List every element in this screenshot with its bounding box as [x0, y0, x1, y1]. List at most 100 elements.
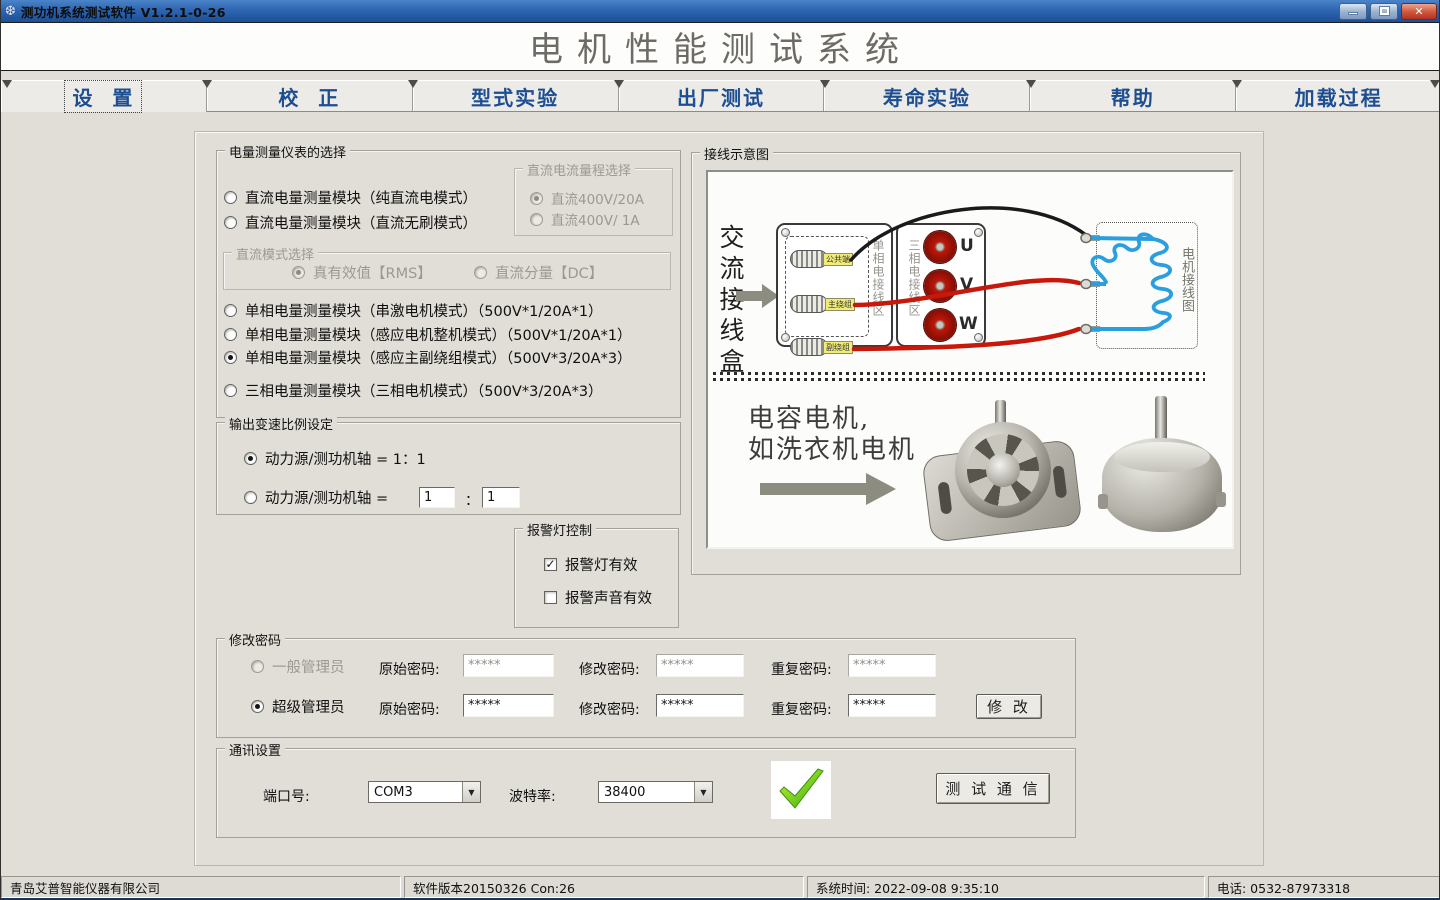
label-orig-password: 原始密码: [379, 699, 440, 719]
tab-type-test[interactable]: 型式实验 [413, 80, 619, 112]
radio-sp-winding[interactable]: 单相电量测量模块（感应主副绕组模式）（500V*3/20A*3） [224, 347, 632, 367]
post-letter-v: V [960, 275, 973, 295]
baud-select[interactable]: 38400 ▼ [598, 781, 713, 803]
label-repeat-password: 重复密码: [771, 699, 832, 719]
radio-icon [224, 216, 237, 229]
corner-screw-icon [781, 333, 790, 342]
radio-sp-series[interactable]: 单相电量测量模块（串激电机模式）（500V*1/20A*1） [224, 300, 603, 320]
motor-box-label: 电机接线图 [1177, 247, 1196, 343]
radio-ratio-custom[interactable]: 动力源/测功机轴 = [244, 487, 388, 507]
ratio-numerator-input[interactable] [419, 487, 455, 508]
ratio-colon: ： [465, 490, 479, 510]
tab-life-test[interactable]: 寿命实验 [824, 80, 1030, 112]
radio-icon [530, 213, 543, 226]
tab-calibration[interactable]: 校 正 [207, 80, 413, 112]
group-dc-mode: 直流模式选择 [223, 252, 671, 290]
tab-separator-marker [408, 80, 418, 88]
orig-password-input-super[interactable] [463, 694, 554, 717]
radio-dc-component: 直流分量【DC】 [474, 262, 603, 282]
radio-three-phase[interactable]: 三相电量测量模块（三相电机模式）（500V*3/20A*3） [224, 380, 603, 400]
status-version: 软件版本20150326 Con:26 [404, 876, 804, 898]
capacitor-motor-caption: 电容电机, 如洗衣机电机 [748, 404, 916, 466]
maximize-button[interactable] [1370, 3, 1398, 20]
post-letter-u: U [960, 236, 974, 256]
minimize-button[interactable] [1339, 3, 1367, 20]
group-alarm-light: 报警灯控制 [514, 528, 679, 628]
header-band: 电机性能测试系统 [1, 22, 1440, 71]
checkbox-alarm-sound[interactable]: 报警声音有效 [544, 587, 652, 607]
status-system-time: 系统时间: 2022-09-08 9:35:10 [807, 876, 1205, 898]
three-phase-panel: 三相电接线区 U V W [896, 223, 986, 347]
status-bar: 青岛艾普智能仪器有限公司 软件版本20150326 Con:26 系统时间: 2… [1, 876, 1440, 898]
modify-button[interactable]: 修 改 [976, 694, 1042, 719]
three-area-label: 三相电接线区 [906, 239, 923, 339]
binding-post-w [924, 309, 956, 341]
corner-screw-icon [974, 333, 983, 342]
label-baud: 波特率: [509, 786, 556, 806]
test-comm-button[interactable]: 测 试 通 信 [936, 773, 1050, 804]
tab-separator-marker [202, 80, 212, 88]
tab-separator-marker [614, 80, 624, 88]
tab-bar: 设 置 校 正 型式实验 出厂测试 寿命实验 帮助 加载过程 [1, 80, 1440, 112]
radio-sp-whole[interactable]: 单相电量测量模块（感应电机整机模式）（500V*1/20A*1） [224, 324, 632, 344]
binding-post-v [924, 270, 956, 302]
binding-post-u [924, 231, 956, 263]
comm-ok-indicator [771, 761, 831, 819]
group-title: 直流模式选择 [232, 244, 318, 263]
group-change-password: 修改密码 [216, 638, 1076, 738]
post-letter-w: W [959, 314, 978, 334]
arrow-icon [736, 291, 762, 301]
status-phone: 电话: 0532-87973318 [1208, 876, 1440, 898]
radio-dc-brushless[interactable]: 直流电量测量模块（直流无刷模式） [224, 212, 477, 232]
radio-icon [244, 491, 257, 504]
single-area-label: 单相电接线区 [870, 239, 887, 339]
radio-dc-400v-20a: 直流400V/20A [530, 188, 644, 208]
label-new-password: 修改密码: [579, 659, 640, 679]
radio-icon [224, 191, 237, 204]
group-title: 接线示意图 [700, 144, 773, 163]
radio-dc-pure[interactable]: 直流电量测量模块（纯直流电模式） [224, 187, 477, 207]
group-title: 电量测量仪表的选择 [225, 142, 350, 161]
radio-icon [292, 266, 305, 279]
arrow-icon [760, 483, 866, 495]
tab-factory-test[interactable]: 出厂测试 [619, 80, 825, 112]
radio-ratio-fixed[interactable]: 动力源/测功机轴 = 1：1 [244, 448, 426, 468]
page-title: 电机性能测试系统 [529, 22, 913, 71]
maximize-icon [1380, 7, 1389, 15]
group-title: 输出变速比例设定 [225, 414, 337, 433]
ratio-denominator-input[interactable] [482, 487, 520, 508]
close-button[interactable]: ✕ [1401, 3, 1437, 20]
terminal-label-common: 公共端 [823, 253, 853, 266]
tab-separator-marker [820, 80, 830, 88]
new-password-input-normal [656, 654, 744, 677]
tab-settings[interactable]: 设 置 [1, 80, 207, 112]
checkbox-alarm-light[interactable]: ✓ 报警灯有效 [544, 554, 638, 574]
corner-screw-icon [974, 228, 983, 237]
radio-icon [224, 304, 237, 317]
radio-icon [251, 660, 264, 673]
group-title: 直流电流量程选择 [523, 160, 635, 179]
motor-photo-cylindrical [1098, 396, 1226, 538]
new-password-input-super[interactable] [656, 694, 744, 717]
radio-super-admin[interactable]: 超级管理员 [251, 696, 345, 716]
orig-password-input-normal [463, 654, 554, 677]
dotted-divider [713, 378, 1205, 381]
checkbox-icon: ✓ [544, 558, 557, 571]
tab-separator-marker [1430, 80, 1440, 88]
app-window: ❆ 测功机系统测试软件 V1.2.1-0-26 ✕ 电机性能测试系统 设 置 校… [0, 0, 1440, 900]
checkbox-icon [544, 591, 557, 604]
radio-icon [251, 700, 264, 713]
radio-icon [224, 328, 237, 341]
tab-load-process[interactable]: 加载过程 [1236, 80, 1440, 112]
titlebar: ❆ 测功机系统测试软件 V1.2.1-0-26 ✕ [1, 0, 1440, 22]
tab-help[interactable]: 帮助 [1030, 80, 1236, 112]
chevron-down-icon[interactable]: ▼ [462, 782, 480, 802]
wiring-diagram-image: 交流接线盒 公共端 主绕组 副绕组 单相电接线区 三相电接线区 U V W [706, 170, 1234, 549]
chevron-down-icon[interactable]: ▼ [694, 782, 712, 802]
tabstrip-divider [207, 111, 1440, 112]
port-select[interactable]: COM3 ▼ [368, 781, 481, 803]
label-repeat-password: 重复密码: [771, 659, 832, 679]
repeat-password-input-super[interactable] [848, 694, 936, 717]
tab-separator-marker [1026, 80, 1036, 88]
radio-icon [244, 452, 257, 465]
